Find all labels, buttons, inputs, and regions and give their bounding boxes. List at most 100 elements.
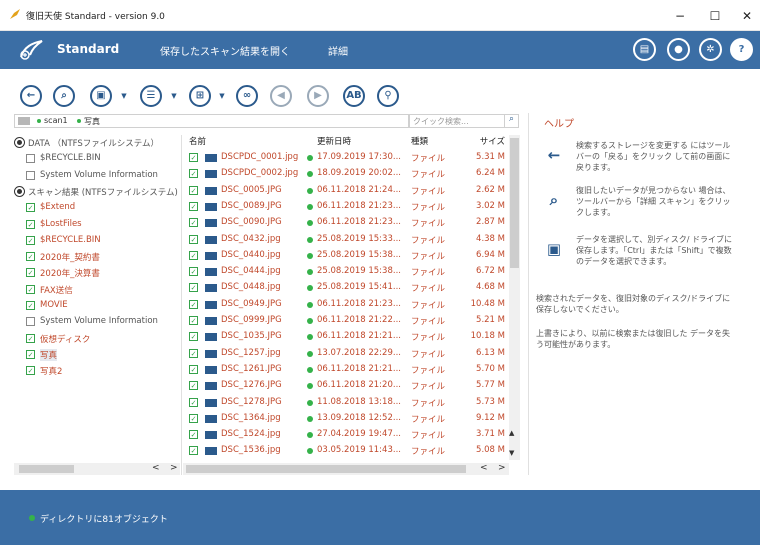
checkbox-icon[interactable]: ✓ (26, 219, 35, 229)
checkbox-icon[interactable]: ✓ (189, 316, 198, 325)
checkbox-icon[interactable]: ✓ (26, 284, 35, 294)
table-row[interactable]: ✓ DSC_0448.jpg 25.08.2019 15:41... ファイル 4.68… (183, 280, 509, 296)
checkbox-icon[interactable]: ✓ (26, 203, 35, 213)
checkbox-icon[interactable] (26, 317, 35, 327)
checkbox-icon[interactable]: ✓ (26, 252, 35, 262)
binoculars-icon[interactable]: ∞ (236, 85, 258, 107)
image-file-icon (205, 414, 217, 423)
open-saved-scan-link[interactable]: 保存したスキャン結果を開く (160, 43, 290, 58)
table-row[interactable]: ✓ DSC_0089.JPG 06.11.2018 21:23... ファイル 3.02… (183, 199, 509, 215)
table-row[interactable]: ✓ DSC_1257.jpg 13.07.2018 22:29... ファイル 6.13… (183, 346, 509, 362)
checkbox-icon[interactable]: ✓ (189, 332, 198, 342)
checkbox-icon[interactable]: ✓ (189, 250, 198, 260)
search-scan-icon: ⌕ (549, 191, 559, 209)
scroll-right-icon[interactable]: > (498, 463, 506, 473)
scroll-left-icon[interactable]: < (480, 463, 488, 473)
checkbox-icon[interactable]: ✓ (189, 169, 198, 179)
table-row[interactable]: ✓ DSC_1536.jpg 03.05.2019 11:43... ファイル 5.08… (183, 443, 509, 459)
table-row[interactable]: ✓ DSC_0090.JPG 06.11.2018 21:23... ファイル 2.87… (183, 215, 509, 231)
list-dropdown-chevron-icon[interactable]: ▼ (170, 91, 178, 101)
column-header-date[interactable]: 更新日時 (317, 135, 351, 147)
checkbox-icon[interactable]: ✓ (189, 430, 198, 440)
checkbox-icon[interactable]: ✓ (189, 446, 198, 456)
table-row[interactable]: ✓ DSC_1364.jpg 13.09.2018 12:52... ファイル 9.12… (183, 411, 509, 427)
checkbox-icon[interactable]: ✓ (26, 366, 35, 376)
scrollbar-thumb[interactable] (510, 138, 519, 268)
table-row[interactable]: ✓ DSC_1278.JPG 11.08.2018 13:18... ファイル 5.73… (183, 395, 509, 411)
user-icon[interactable]: ● (667, 38, 690, 61)
column-header-name[interactable]: 名前 (189, 135, 206, 147)
details-link[interactable]: 詳細 (328, 43, 348, 58)
checkbox-icon[interactable]: ✓ (189, 348, 198, 358)
column-header-size[interactable]: サイズ (480, 135, 505, 147)
checkbox-icon[interactable]: ✓ (26, 268, 35, 278)
table-row[interactable]: ✓ DSC_1524.jpg 27.04.2019 19:47... ファイル 3.71… (183, 427, 509, 443)
table-row[interactable]: ✓ DSC_0444.jpg 25.08.2019 15:38... ファイル 6.72… (183, 264, 509, 280)
filter-icon[interactable]: ⚲ (377, 85, 399, 107)
license-icon[interactable]: ▤ (633, 38, 656, 61)
table-row[interactable]: ✓ DSC_0999.JPG 06.11.2018 21:22... ファイル 5.21… (183, 313, 509, 329)
settings-gear-icon[interactable]: ✲ (699, 38, 722, 61)
checkbox-icon[interactable]: ✓ (189, 364, 198, 374)
checkbox-icon[interactable]: ✓ (189, 153, 198, 162)
close-button[interactable]: ✕ (735, 6, 759, 26)
scroll-down-icon[interactable]: ▼ (509, 449, 514, 457)
save-dropdown-chevron-icon[interactable]: ▼ (120, 91, 128, 101)
table-horizontal-scrollbar[interactable]: < > (183, 463, 509, 475)
table-row[interactable]: ✓ DSC_0432.jpg 25.08.2019 15:33... ファイル 4.38… (183, 232, 509, 248)
checkbox-icon[interactable] (26, 154, 35, 164)
file-date: 06.11.2018 21:23... (317, 200, 401, 211)
breadcrumb-item[interactable]: 写真 (84, 116, 100, 127)
list-view-icon[interactable]: ☰ (140, 85, 162, 107)
column-header-kind[interactable]: 種類 (411, 135, 428, 147)
next-icon[interactable]: ▶ (307, 85, 329, 107)
radio-icon[interactable] (14, 185, 25, 197)
table-row[interactable]: ✓ DSC_0440.jpg 25.08.2019 15:38... ファイル 6.94… (183, 248, 509, 264)
tree-horizontal-scrollbar[interactable]: < > (14, 463, 180, 475)
table-row[interactable]: ✓ DSC_0949.JPG 06.11.2018 21:23... ファイル 10.4… (183, 297, 509, 313)
table-row[interactable]: ✓ DSC_1276.JPG 06.11.2018 21:20... ファイル 5.77… (183, 378, 509, 394)
checkbox-icon[interactable]: ✓ (189, 413, 198, 423)
checkbox-icon[interactable]: ✓ (189, 201, 198, 211)
checkbox-icon[interactable]: ✓ (189, 381, 198, 391)
table-row[interactable]: ✓ DSCPDC_0001.jpg 17.09.2019 17:30... ファイル 5… (183, 150, 509, 166)
match-case-button[interactable]: AB (343, 85, 365, 107)
table-row[interactable]: ✓ DSCPDC_0002.jpg 18.09.2019 20:02... ファイル 6… (183, 166, 509, 182)
search-icon[interactable]: ⌕ (504, 114, 518, 128)
checkbox-icon[interactable]: ✓ (189, 218, 198, 228)
grid-view-icon[interactable]: ⊞ (189, 85, 211, 107)
table-row[interactable]: ✓ DSC_1035.JPG 06.11.2018 21:21... ファイル 10.1… (183, 329, 509, 345)
grid-dropdown-chevron-icon[interactable]: ▼ (218, 91, 226, 101)
status-dot-icon (37, 119, 41, 123)
help-icon[interactable]: ? (730, 38, 753, 61)
table-vertical-scrollbar[interactable]: ▲ ▼ (509, 135, 520, 460)
save-icon[interactable]: ▣ (90, 85, 112, 107)
table-row[interactable]: ✓ DSC_1261.JPG 06.11.2018 21:21... ファイル 5.70… (183, 362, 509, 378)
checkbox-icon[interactable]: ✓ (189, 397, 198, 407)
scrollbar-thumb[interactable] (19, 465, 74, 473)
scroll-right-icon[interactable]: > (170, 463, 178, 473)
maximize-button[interactable]: ☐ (703, 6, 727, 26)
breadcrumb-item[interactable]: scan1 (44, 116, 68, 125)
checkbox-icon[interactable]: ✓ (26, 235, 35, 245)
scrollbar-thumb[interactable] (186, 465, 466, 473)
quick-search-input[interactable]: クイック検索... ⌕ (409, 114, 519, 128)
minimize-button[interactable]: − (668, 6, 692, 26)
checkbox-icon[interactable]: ✓ (189, 283, 198, 293)
previous-icon[interactable]: ◀ (270, 85, 292, 107)
scroll-left-icon[interactable]: < (152, 463, 160, 473)
checkbox-icon[interactable]: ✓ (189, 185, 198, 195)
checkbox-icon[interactable]: ✓ (26, 301, 35, 310)
search-scan-icon[interactable]: ⌕ (53, 85, 75, 107)
checkbox-icon[interactable]: ✓ (26, 333, 35, 343)
checkbox-icon[interactable]: ✓ (189, 299, 198, 309)
file-kind: ファイル (411, 284, 446, 295)
checkbox-icon[interactable] (26, 170, 35, 180)
scroll-up-icon[interactable]: ▲ (509, 429, 514, 437)
checkbox-icon[interactable]: ✓ (189, 234, 198, 244)
checkbox-icon[interactable]: ✓ (26, 349, 35, 359)
table-row[interactable]: ✓ DSC_0005.JPG 06.11.2018 21:24... ファイル 2.62… (183, 183, 509, 199)
checkbox-icon[interactable]: ✓ (189, 267, 198, 277)
back-arrow-icon[interactable]: ← (20, 85, 42, 107)
radio-icon[interactable] (14, 137, 25, 148)
